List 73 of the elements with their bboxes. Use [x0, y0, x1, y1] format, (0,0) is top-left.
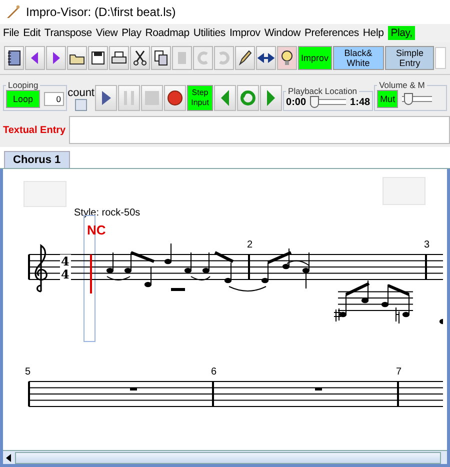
playhead-line [90, 254, 92, 294]
blank-box [382, 177, 426, 205]
bulb-button[interactable] [277, 46, 297, 70]
time-signature-top: 4 [61, 254, 70, 268]
chorus-tab[interactable]: Chorus 1 [4, 151, 70, 168]
folder-button[interactable] [67, 46, 87, 70]
save-button[interactable] [88, 46, 108, 70]
menu-item[interactable]: Play [122, 26, 142, 40]
chord-symbol: NC [87, 222, 106, 238]
record-icon [165, 88, 186, 108]
slider-thumb[interactable] [404, 93, 413, 105]
menu-item[interactable]: Preferences [304, 26, 359, 40]
back-button[interactable] [25, 46, 45, 70]
copy-button[interactable] [151, 46, 171, 70]
menu-item[interactable]: Help [362, 26, 384, 40]
measure-number: 6 [211, 366, 217, 378]
whole-rest-icon [130, 388, 137, 390]
volume-slider[interactable] [402, 93, 432, 105]
record-button[interactable] [164, 85, 186, 111]
menu-item[interactable]: Roadmap [145, 26, 190, 40]
loop-button[interactable]: Loop [6, 90, 40, 108]
menu-item[interactable]: Window [264, 26, 300, 40]
menu-item[interactable]: File [3, 26, 20, 40]
scissors-icon [131, 49, 149, 67]
refresh-button[interactable] [237, 85, 260, 111]
horizontal-scrollbar[interactable] [3, 450, 447, 464]
slider-thumb[interactable] [310, 96, 320, 108]
measure-number: 3 [424, 240, 430, 250]
count-checkbox[interactable] [75, 99, 88, 111]
group-label: Volume & M [378, 80, 426, 90]
app-logo-icon [6, 5, 20, 19]
window-title: Impro-Visor: (D:\first beat.ls) [26, 5, 176, 19]
group-label: Playback Location [287, 86, 358, 96]
measure-number: 2 [247, 240, 253, 250]
prev-button[interactable] [214, 85, 236, 111]
play-button[interactable] [95, 85, 118, 111]
toolbar-button[interactable]: Black& White [332, 46, 384, 70]
playback-slider[interactable] [310, 96, 346, 108]
arrows-button[interactable] [256, 46, 276, 70]
toolbar-button[interactable]: Improv [298, 46, 332, 70]
next-button[interactable] [260, 85, 282, 111]
notebook-button[interactable] [4, 46, 24, 70]
cut-button[interactable] [130, 46, 150, 70]
menu-item[interactable]: Edit [23, 26, 40, 40]
group-label: Looping [7, 80, 40, 90]
textual-entry-field[interactable] [68, 116, 450, 144]
step-input-button[interactable]: Step Input [187, 85, 214, 111]
whole-rest-icon [315, 388, 322, 390]
copy-icon [152, 49, 170, 67]
treble-clef-icon [34, 244, 48, 292]
menu-item[interactable]: Transpose [44, 26, 92, 40]
end-time: 1:48 [350, 96, 370, 108]
menu-item[interactable]: View [96, 26, 118, 40]
menu-item[interactable]: Utilities [193, 26, 226, 40]
count-label: count [68, 87, 94, 99]
start-time: 0:00 [286, 96, 306, 108]
pencil-button[interactable] [235, 46, 255, 70]
measure-number: 7 [396, 366, 402, 378]
blank-box [24, 181, 66, 207]
pencil-icon [236, 49, 254, 67]
menu-item[interactable]: Improv [229, 26, 260, 40]
measure-number: 5 [25, 366, 31, 378]
forward-button[interactable] [46, 46, 66, 70]
scroll-thumb[interactable] [15, 452, 441, 464]
mute-button[interactable]: Mut [377, 90, 398, 108]
menu-item[interactable]: Play, [388, 26, 416, 40]
print-button[interactable] [109, 46, 129, 70]
input-field[interactable] [435, 47, 446, 69]
textual-entry-label: Textual Entry [2, 124, 67, 136]
loop-count-field[interactable]: 0 [44, 92, 64, 106]
time-signature-bottom: 4 [61, 268, 70, 282]
toolbar-button[interactable]: Simple Entry [385, 46, 434, 70]
notebook-icon [5, 49, 23, 67]
